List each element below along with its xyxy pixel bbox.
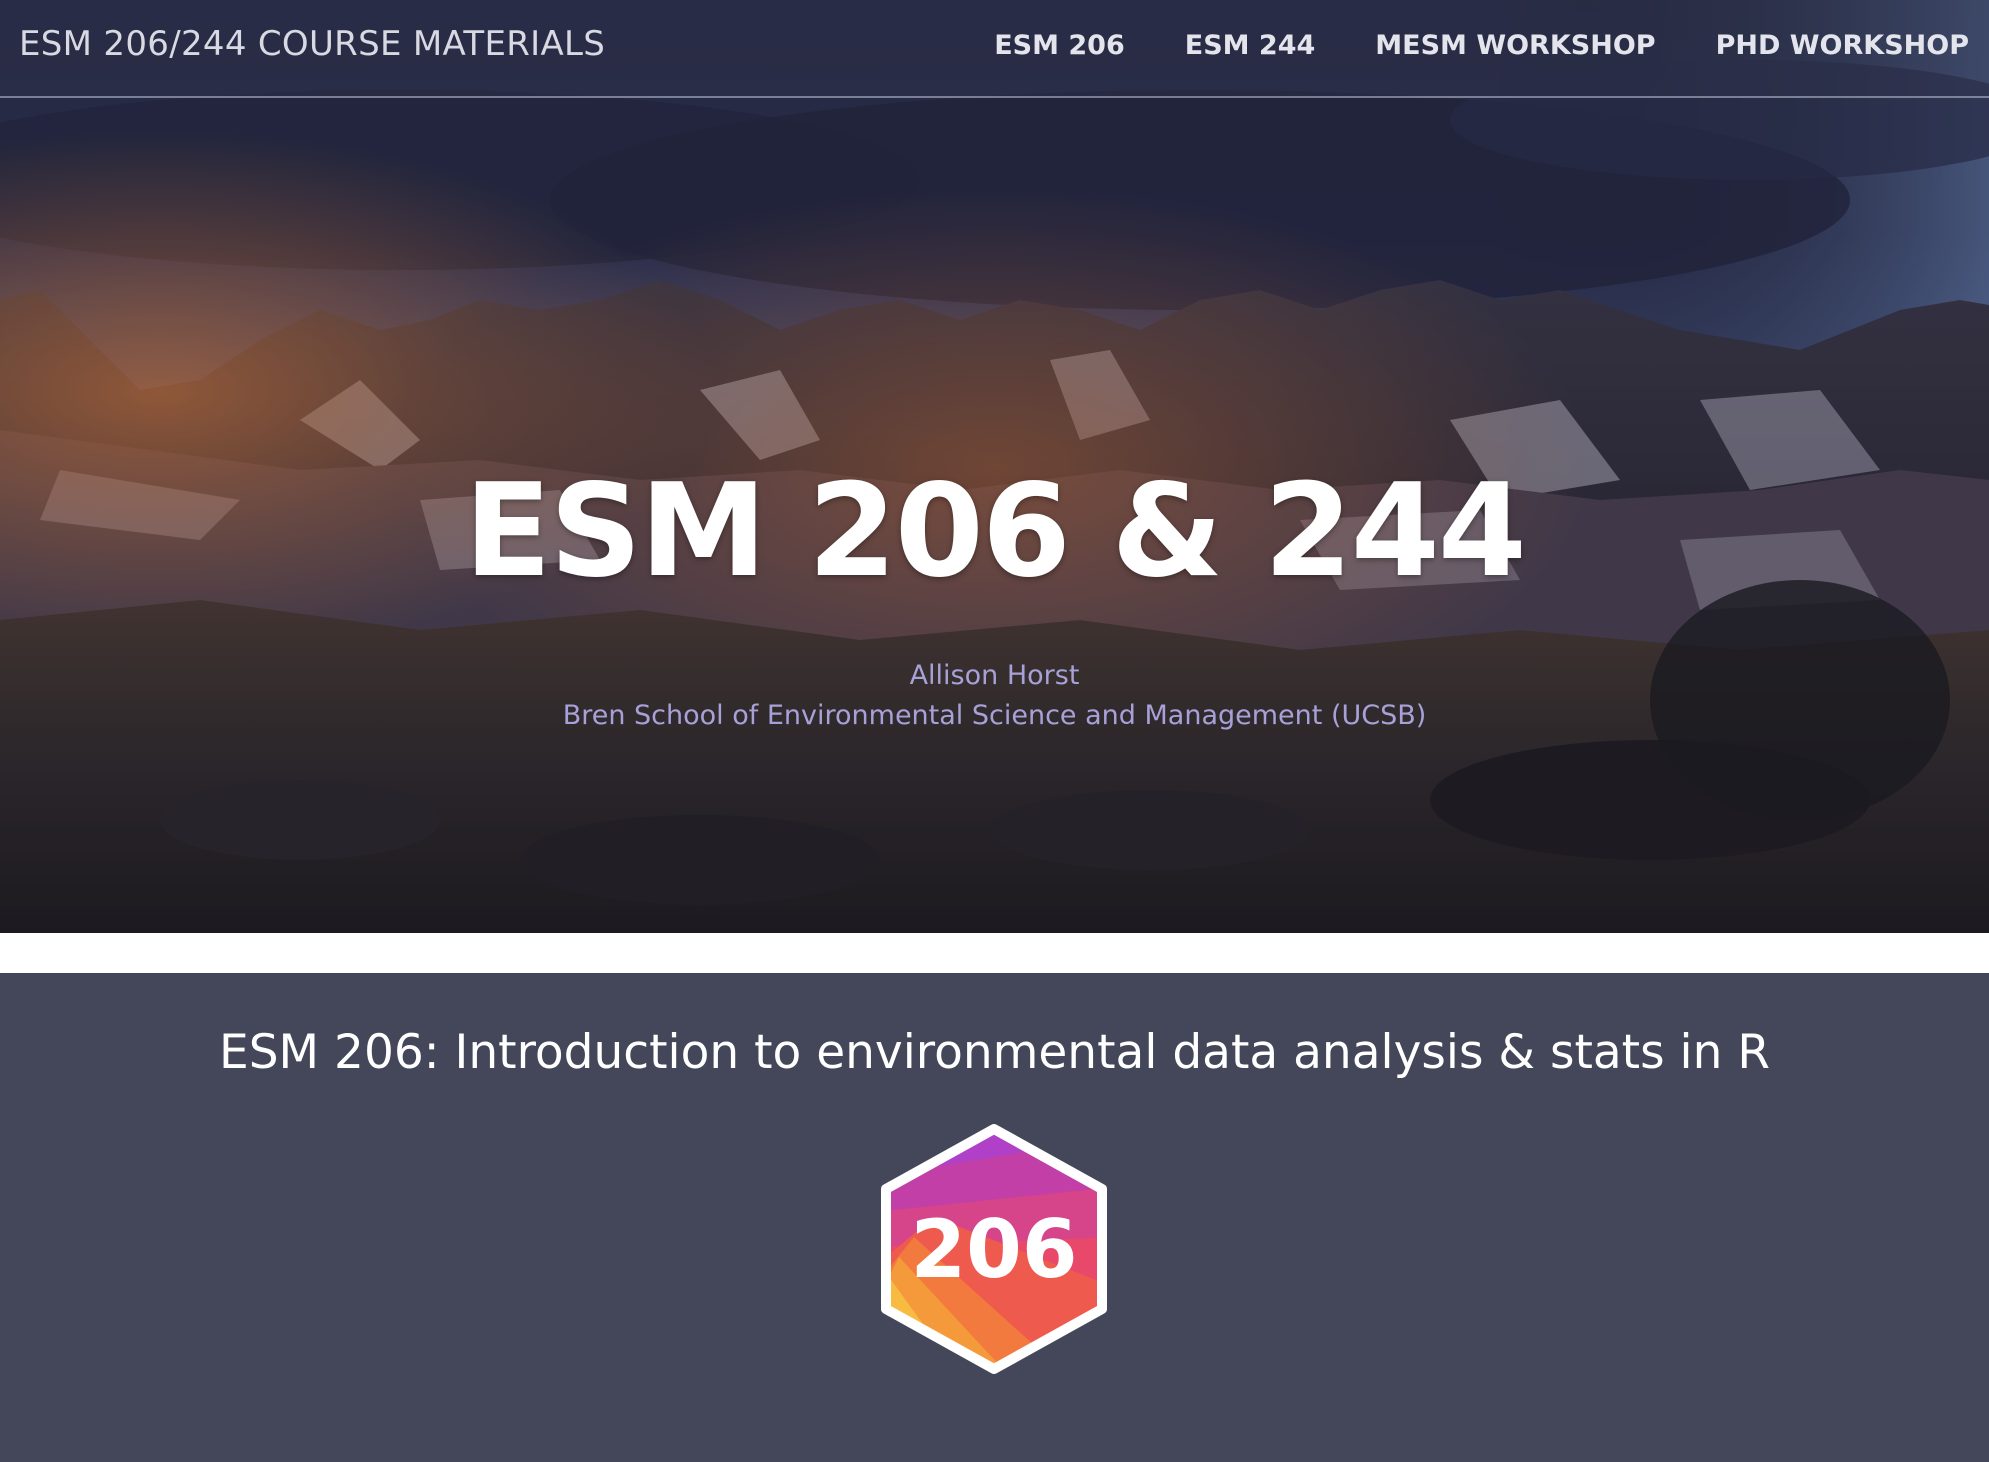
nav-link-phd-workshop[interactable]: PHD WORKSHOP bbox=[1716, 30, 1969, 61]
top-navbar: ESM 206/244 COURSE MATERIALS ESM 206 ESM… bbox=[0, 0, 1989, 98]
hero-author: Allison Horst bbox=[909, 660, 1080, 691]
page: ESM 206/244 COURSE MATERIALS ESM 206 ESM… bbox=[0, 0, 1989, 1462]
nav-link-mesm-workshop[interactable]: MESM WORKSHOP bbox=[1375, 30, 1655, 61]
course-heading: ESM 206: Introduction to environmental d… bbox=[219, 1025, 1770, 1080]
section-divider bbox=[0, 933, 1989, 973]
nav-links: ESM 206 ESM 244 MESM WORKSHOP PHD WORKSH… bbox=[994, 30, 1969, 61]
hero-title: ESM 206 & 244 bbox=[464, 457, 1527, 606]
hex-logo-label: 206 bbox=[911, 1203, 1078, 1296]
course-section-esm-206: ESM 206: Introduction to environmental d… bbox=[0, 973, 1989, 1462]
esm-206-hex-logo[interactable]: 206 bbox=[874, 1117, 1114, 1381]
nav-link-esm-244[interactable]: ESM 244 bbox=[1185, 30, 1316, 61]
nav-link-esm-206[interactable]: ESM 206 bbox=[994, 30, 1125, 61]
hero-banner: ESM 206/244 COURSE MATERIALS ESM 206 ESM… bbox=[0, 0, 1989, 933]
site-brand-link[interactable]: ESM 206/244 COURSE MATERIALS bbox=[19, 24, 605, 64]
hero-affiliation: Bren School of Environmental Science and… bbox=[562, 700, 1427, 731]
